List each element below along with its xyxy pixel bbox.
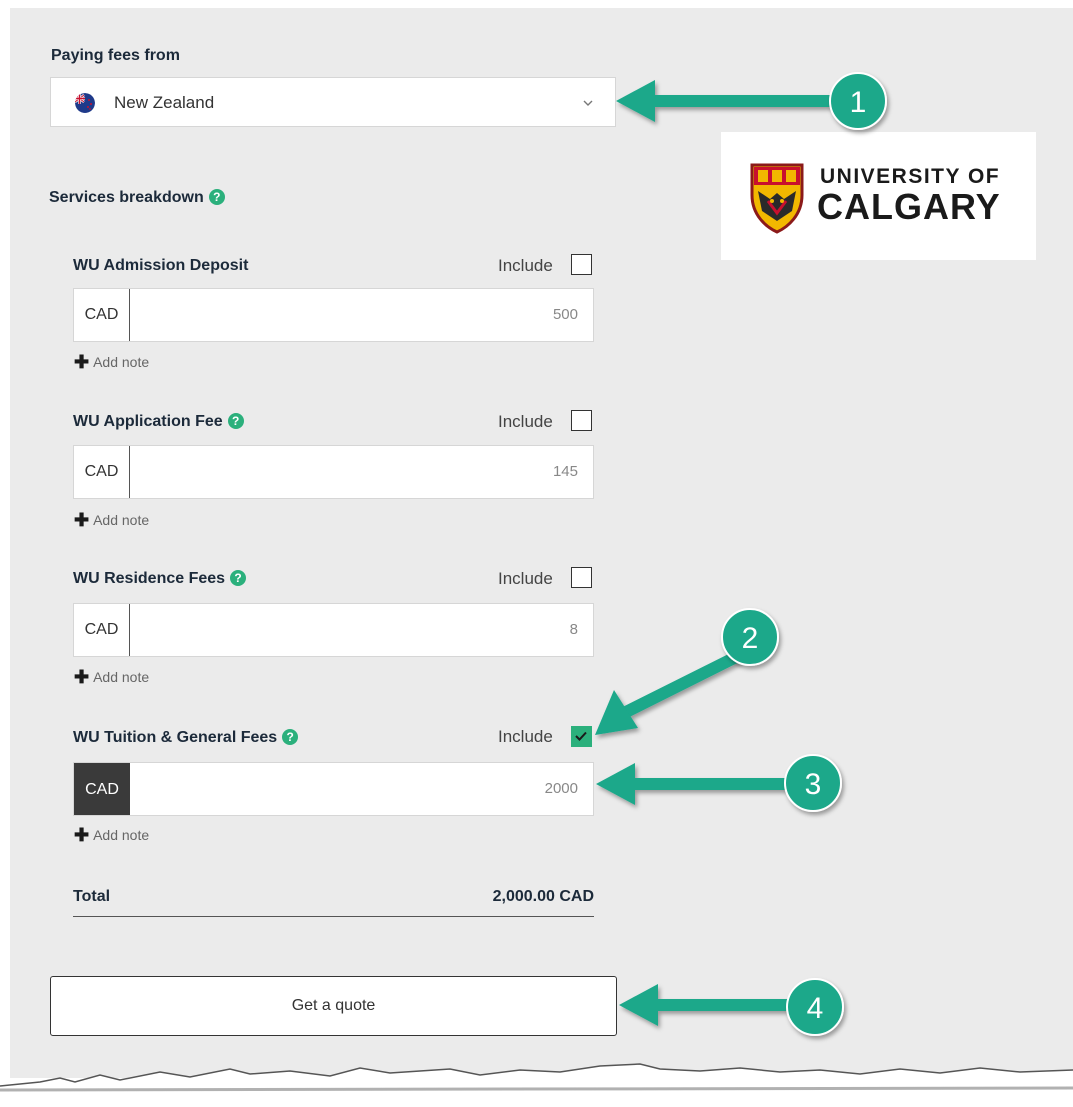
chevron-down-icon bbox=[583, 100, 593, 106]
total-divider bbox=[73, 916, 594, 917]
logo-text-line2: CALGARY bbox=[817, 186, 1001, 227]
service-name-text: WU Application Fee bbox=[73, 413, 223, 430]
total-label: Total bbox=[73, 888, 111, 905]
currency-label: CAD bbox=[74, 446, 130, 498]
service-name-application-fee: WU Application Fee? bbox=[73, 413, 244, 431]
add-note-text: Add note bbox=[93, 827, 150, 843]
services-breakdown-label: Services breakdown? bbox=[49, 189, 225, 207]
plus-icon: ✚ bbox=[74, 825, 90, 845]
amount-value: 500 bbox=[552, 306, 578, 323]
paying-fees-label: Paying fees from bbox=[51, 47, 180, 64]
service-name-text: WU Residence Fees bbox=[73, 570, 226, 587]
amount-field-residence-fees[interactable]: CAD 8 bbox=[73, 603, 594, 657]
plus-icon: ✚ bbox=[74, 510, 90, 530]
currency-label: CAD bbox=[74, 763, 130, 815]
include-checkbox-application-fee[interactable] bbox=[571, 410, 592, 431]
torn-edge bbox=[0, 1063, 1073, 1107]
help-icon[interactable]: ? bbox=[230, 570, 247, 586]
amount-value: 8 bbox=[569, 621, 578, 638]
include-checkbox-tuition-general-fees[interactable] bbox=[571, 726, 592, 747]
country-select[interactable]: New Zealand bbox=[50, 77, 616, 127]
plus-icon: ✚ bbox=[74, 352, 90, 372]
amount-field-application-fee[interactable]: CAD 145 bbox=[73, 445, 594, 499]
amount-value: 2000 bbox=[544, 780, 578, 797]
service-name-text: WU Admission Deposit bbox=[73, 257, 249, 274]
include-checkbox-residence-fees[interactable] bbox=[571, 567, 592, 588]
service-name-residence-fees: WU Residence Fees? bbox=[73, 570, 247, 588]
plus-icon: ✚ bbox=[74, 667, 90, 687]
currency-label: CAD bbox=[74, 604, 130, 656]
add-note-link[interactable]: ✚ Add note bbox=[74, 510, 149, 531]
country-value: New Zealand bbox=[114, 93, 215, 112]
currency-label: CAD bbox=[74, 289, 130, 341]
add-note-text: Add note bbox=[93, 512, 150, 528]
service-name-text: WU Tuition & General Fees bbox=[73, 729, 278, 746]
checkmark-icon bbox=[575, 731, 587, 741]
new-zealand-flag-icon bbox=[75, 93, 95, 113]
amount-value: 145 bbox=[552, 463, 578, 480]
total-value: 2,000.00 CAD bbox=[492, 888, 594, 905]
include-checkbox-admission-deposit[interactable] bbox=[571, 254, 592, 275]
university-logo: UNIVERSITY OF CALGARY bbox=[721, 132, 1036, 260]
help-icon[interactable]: ? bbox=[208, 189, 225, 205]
include-label: Include bbox=[498, 256, 553, 275]
service-name-tuition-general-fees: WU Tuition & General Fees? bbox=[73, 729, 299, 747]
amount-field-tuition-general-fees[interactable]: CAD 2000 bbox=[73, 762, 594, 816]
help-icon[interactable]: ? bbox=[282, 729, 299, 745]
services-label-text: Services breakdown bbox=[49, 189, 204, 206]
amount-field-admission-deposit[interactable]: CAD 500 bbox=[73, 288, 594, 342]
get-quote-button[interactable]: Get a quote bbox=[50, 976, 617, 1036]
include-label: Include bbox=[498, 727, 553, 746]
add-note-text: Add note bbox=[93, 354, 150, 370]
include-label: Include bbox=[498, 412, 553, 431]
crest-icon bbox=[750, 163, 804, 234]
add-note-link[interactable]: ✚ Add note bbox=[74, 352, 149, 373]
add-note-text: Add note bbox=[93, 669, 150, 685]
service-name-admission-deposit: WU Admission Deposit bbox=[73, 257, 248, 275]
add-note-link[interactable]: ✚ Add note bbox=[74, 825, 149, 846]
include-label: Include bbox=[498, 569, 553, 588]
help-icon[interactable]: ? bbox=[227, 413, 244, 429]
add-note-link[interactable]: ✚ Add note bbox=[74, 667, 149, 688]
